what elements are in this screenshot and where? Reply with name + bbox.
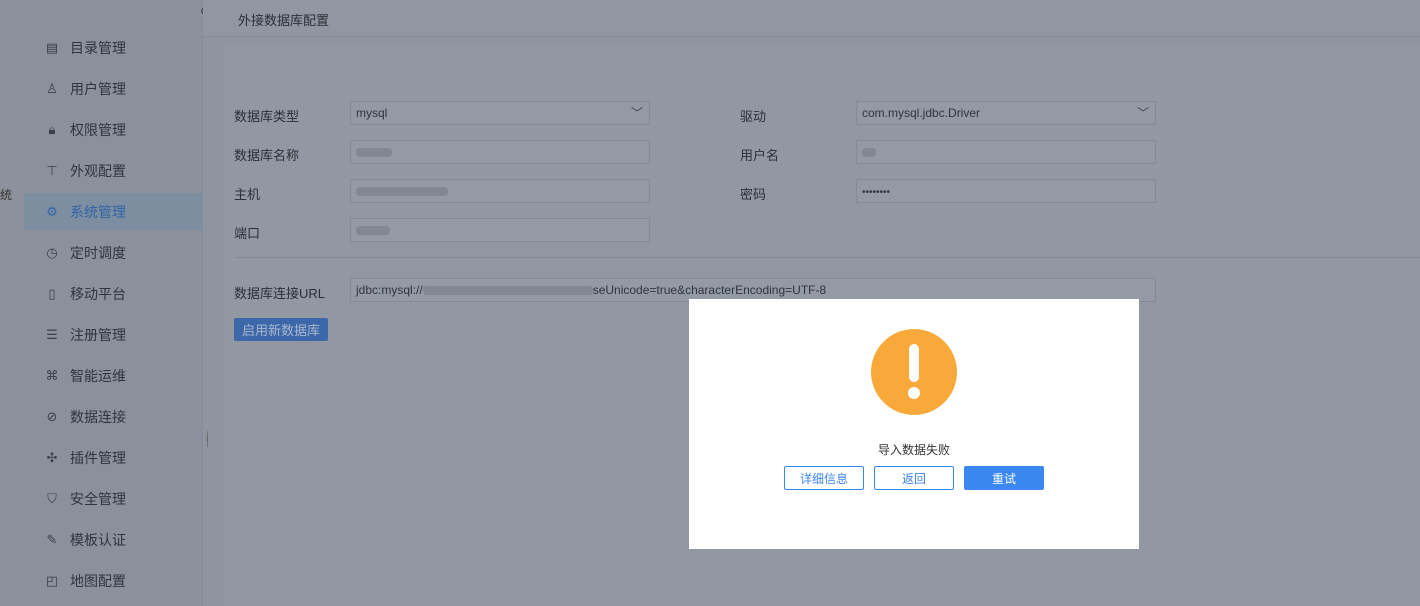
- sidebar: ⚲ ▤目录管理♙用户管理🔒︎权限管理⊤外观配置⚙系统管理◷定时调度▯移动平台☰注…: [24, 0, 210, 606]
- host-label: 主机: [234, 187, 261, 202]
- port-label: 端口: [234, 226, 261, 241]
- page-title: 外接数据库配置: [238, 13, 330, 28]
- chevron-down-icon: ﹀: [1136, 106, 1149, 120]
- sidebar-item[interactable]: ⊤ 外观配置: [24, 152, 203, 189]
- db-name-input[interactable]: [350, 140, 650, 164]
- username-input[interactable]: [856, 140, 1156, 164]
- sidebar-item[interactable]: ▯ 移动平台: [24, 275, 203, 312]
- password-label: 密码: [740, 187, 767, 202]
- register-icon: ☰: [46, 326, 58, 342]
- map-icon: ◰: [45, 572, 59, 588]
- redacted-value: [356, 226, 390, 236]
- db-name-label: 数据库名称: [234, 148, 300, 163]
- sidebar-item-label: 定时调度: [70, 244, 126, 261]
- sidebar-item-label: 数据连接: [70, 408, 126, 425]
- timer-icon: ◷: [46, 244, 58, 260]
- redacted-value: [356, 187, 448, 197]
- sidebar-item[interactable]: ⊘ 数据连接: [24, 398, 203, 435]
- sidebar-item[interactable]: ⌘ 智能运维: [24, 357, 203, 394]
- mobile-icon: ▯: [48, 285, 56, 301]
- gear-icon: ⚙: [46, 203, 58, 219]
- splitter-handle[interactable]: ⁞ ⁞ ⁞: [206, 432, 210, 450]
- sidebar-item[interactable]: ☰ 注册管理: [24, 316, 203, 353]
- url-prefix: jdbc:mysql://: [356, 283, 423, 297]
- sidebar-item[interactable]: ▤ 目录管理: [24, 29, 203, 66]
- url-label: 数据库连接URL: [234, 286, 326, 301]
- enable-new-database-button[interactable]: 启用新数据库: [234, 318, 328, 341]
- sidebar-item-label: 智能运维: [70, 367, 126, 384]
- redacted-value: [356, 148, 392, 158]
- page-header: 外接数据库配置: [203, 0, 1420, 37]
- port-input[interactable]: [350, 218, 650, 242]
- details-button[interactable]: 详细信息: [784, 466, 864, 490]
- sidebar-item-label: 安全管理: [70, 490, 126, 507]
- username-label: 用户名: [740, 148, 780, 163]
- sidebar-item-label: 系统管理: [70, 203, 126, 220]
- sidebar-item[interactable]: ✎ 模板认证: [24, 521, 203, 558]
- sidebar-item[interactable]: ⚙ 系统管理: [24, 193, 203, 230]
- paint-roller-icon: ⊤: [46, 162, 58, 178]
- left-strip: 统: [0, 0, 24, 606]
- shield-icon: ⛉: [47, 490, 57, 506]
- retry-button[interactable]: 重试: [964, 466, 1044, 490]
- sidebar-item-label: 模板认证: [70, 531, 126, 548]
- lock-icon: 🔒︎: [48, 121, 56, 137]
- back-button[interactable]: 返回: [874, 466, 954, 490]
- db-type-value: mysql: [356, 106, 388, 120]
- db-type-select[interactable]: mysql ﹀: [350, 101, 650, 125]
- sidebar-item-label: 移动平台: [70, 285, 126, 302]
- strip-label: 统: [0, 188, 13, 202]
- sidebar-item[interactable]: 🔒︎ 权限管理: [24, 111, 203, 148]
- sidebar-item-label: 外观配置: [70, 162, 126, 179]
- redacted-value: [862, 148, 876, 158]
- driver-value: com.mysql.jdbc.Driver: [862, 106, 981, 120]
- dialog-message: 导入数据失败: [877, 443, 950, 457]
- sidebar-item-label: 地图配置: [70, 572, 126, 589]
- user-icon: ♙: [46, 80, 58, 96]
- template-auth-icon: ✎: [46, 531, 58, 547]
- sidebar-item[interactable]: ◷ 定时调度: [24, 234, 203, 271]
- paperclip-icon: ⊘: [46, 408, 58, 424]
- sidebar-item-label: 插件管理: [70, 449, 126, 466]
- sidebar-item-label: 目录管理: [70, 39, 126, 56]
- driver-label: 驱动: [740, 109, 767, 124]
- puzzle-icon: ✣: [46, 449, 58, 465]
- driver-select[interactable]: com.mysql.jdbc.Driver ﹀: [856, 101, 1156, 125]
- catalog-icon: ▤: [45, 39, 59, 55]
- sidebar-item-label: 用户管理: [70, 80, 126, 97]
- host-input[interactable]: [350, 179, 650, 203]
- sidebar-item[interactable]: ◰ 地图配置: [24, 562, 203, 599]
- password-value: ••••••••: [862, 187, 891, 198]
- divider: [234, 257, 1420, 258]
- sidebar-item[interactable]: ♙ 用户管理: [24, 70, 203, 107]
- sidebar-item-label: 注册管理: [70, 326, 126, 343]
- sidebar-item[interactable]: ⛉ 安全管理: [24, 480, 203, 517]
- password-input[interactable]: ••••••••: [856, 179, 1156, 203]
- url-suffix: seUnicode=true&characterEncoding=UTF-8: [592, 283, 827, 297]
- redacted-value: [422, 286, 593, 296]
- sidebar-item[interactable]: ✣ 插件管理: [24, 439, 203, 476]
- error-dialog: 导入数据失败 详细信息 返回 重试: [689, 299, 1139, 549]
- warning-icon: [871, 329, 957, 415]
- network-icon: ⌘: [45, 367, 59, 383]
- db-type-label: 数据库类型: [234, 109, 300, 124]
- chevron-down-icon: ﹀: [630, 106, 643, 120]
- sidebar-item-label: 权限管理: [70, 121, 126, 138]
